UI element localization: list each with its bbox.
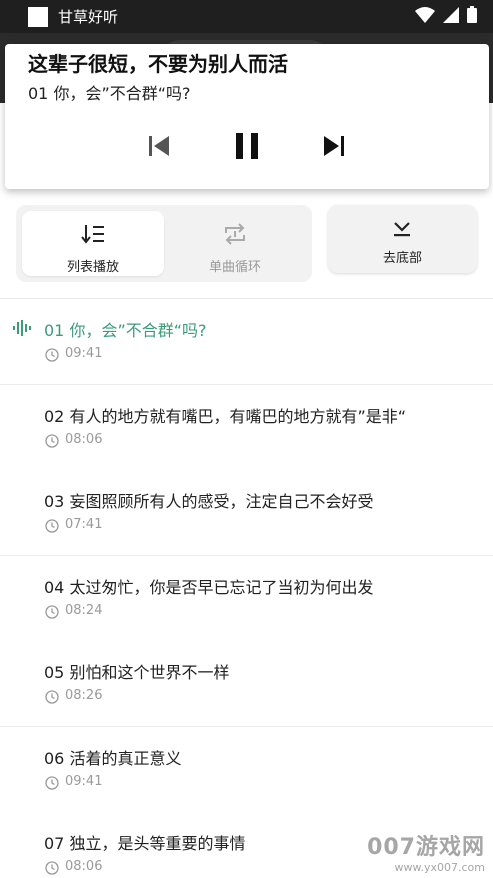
player-card: 这辈子很短，不要为别人而活 01 你，会”不合群“吗?: [5, 44, 489, 189]
wifi-icon: [415, 6, 435, 23]
track-item[interactable]: 01 你，会”不合群“吗? 09:41: [0, 317, 493, 402]
next-button[interactable]: [316, 128, 352, 164]
track-duration: 08:06: [65, 432, 103, 447]
watermark: 007游戏网 www.yx007.com: [367, 829, 485, 874]
track-item[interactable]: 03 妄图照顾所有人的感受，注定自己不会好受 07:41: [0, 488, 493, 573]
track-title: 07 独立，是头等重要的事情: [44, 834, 246, 853]
playback-controls: [5, 128, 489, 164]
track-title: 05 别怕和这个世界不一样: [44, 663, 230, 682]
track-item[interactable]: 04 太过匆忙，你是否早已忘记了当初为何出发 08:24: [0, 574, 493, 659]
single-loop-button[interactable]: 单曲循环: [164, 211, 306, 276]
track-title: 06 活着的真正意义: [44, 749, 182, 768]
play-mode-group: 列表播放 单曲循环: [16, 205, 312, 282]
battery-icon: [467, 6, 477, 23]
clock-icon: [45, 348, 59, 362]
track-title: 03 妄图照顾所有人的感受，注定自己不会好受: [44, 492, 374, 511]
status-app-name: 甘草好听: [58, 8, 119, 26]
list-divider: [0, 555, 493, 556]
track-item[interactable]: 05 别怕和这个世界不一样 08:26: [0, 659, 493, 744]
status-icons: [415, 6, 477, 23]
pause-icon: [236, 133, 258, 159]
list-divider: [0, 298, 493, 299]
track-duration: 08:24: [65, 603, 103, 618]
clock-icon: [45, 776, 59, 790]
list-play-button[interactable]: 列表播放: [22, 211, 164, 276]
list-divider: [0, 726, 493, 727]
arrow-to-bottom-icon: [394, 222, 410, 237]
clock-icon: [45, 605, 59, 619]
now-playing-track: 01 你，会”不合群“吗?: [28, 84, 191, 103]
track-duration: 07:41: [65, 517, 103, 532]
sort-list-icon: [81, 225, 104, 244]
list-divider: [0, 384, 493, 385]
track-item[interactable]: 06 活着的真正意义 09:41: [0, 745, 493, 830]
track-item[interactable]: 02 有人的地方就有嘴巴，有嘴巴的地方就有”是非“ 08:06: [0, 403, 493, 488]
app-icon: [28, 6, 48, 27]
skip-next-icon: [324, 136, 344, 156]
single-loop-label: 单曲循环: [208, 260, 261, 275]
skip-previous-icon: [149, 136, 169, 156]
pause-button[interactable]: [229, 128, 265, 164]
list-play-label: 列表播放: [66, 260, 119, 275]
track-duration: 08:06: [65, 859, 103, 874]
watermark-url: www.yx007.com: [394, 861, 485, 874]
repeat-one-icon: [225, 223, 245, 245]
go-to-bottom-button[interactable]: 去底部: [328, 205, 477, 273]
status-bar: 甘草好听: [0, 0, 493, 33]
clock-icon: [45, 434, 59, 448]
track-title: 04 太过匆忙，你是否早已忘记了当初为何出发: [44, 578, 374, 597]
track-title: 01 你，会”不合群“吗?: [44, 321, 207, 340]
clock-icon: [45, 519, 59, 533]
track-title: 02 有人的地方就有嘴巴，有嘴巴的地方就有”是非“: [44, 407, 407, 426]
album-title: 这辈子很短，不要为别人而活: [28, 52, 288, 76]
previous-button[interactable]: [141, 128, 177, 164]
clock-icon: [45, 690, 59, 704]
clock-icon: [45, 861, 59, 875]
track-duration: 09:41: [65, 774, 103, 789]
track-duration: 09:41: [65, 346, 103, 361]
signal-icon: [443, 6, 459, 23]
track-duration: 08:26: [65, 688, 103, 703]
watermark-text: 007游戏网: [367, 835, 485, 860]
go-to-bottom-label: 去底部: [382, 251, 422, 266]
now-playing-wave-icon: [13, 320, 31, 336]
